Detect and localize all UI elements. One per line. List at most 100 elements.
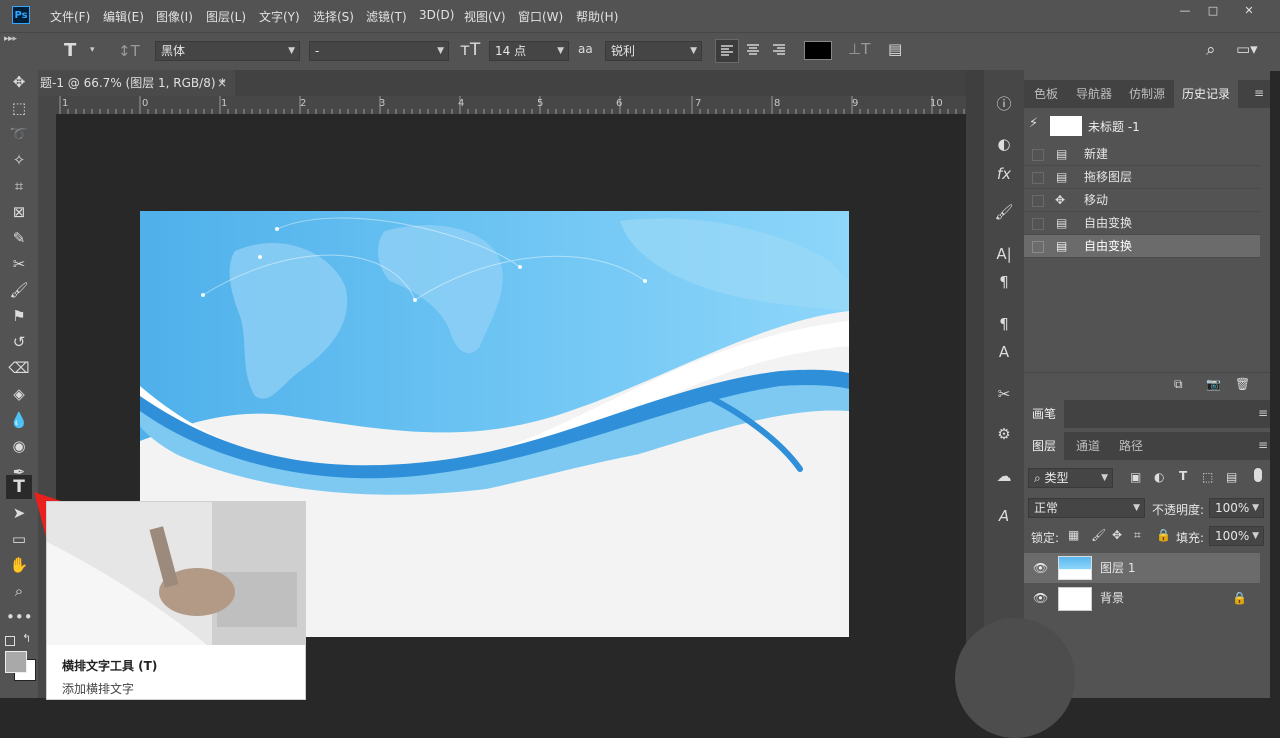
layer-row[interactable]: 👁 背景 🔒 xyxy=(1024,583,1260,613)
frame-tool-icon[interactable]: ⊠ xyxy=(6,200,32,224)
lock-image-icon[interactable]: 🖌 xyxy=(1091,528,1106,542)
text-color-swatch[interactable] xyxy=(804,41,832,60)
more-tools-icon[interactable]: ••• xyxy=(6,605,33,629)
fill-input[interactable]: 100% ▼ xyxy=(1209,526,1264,546)
history-brush-source-icon[interactable]: ⚡ xyxy=(1029,116,1038,131)
layer-row-selected[interactable]: 👁 图层 1 xyxy=(1024,553,1260,583)
layer-name[interactable]: 图层 1 xyxy=(1100,553,1135,583)
foreground-color-swatch[interactable] xyxy=(5,651,27,673)
history-item[interactable]: ▤ 新建 xyxy=(1024,143,1260,166)
healing-brush-tool-icon[interactable]: ✂ xyxy=(6,252,32,276)
brush-tool-icon[interactable]: 🖌 xyxy=(6,278,32,302)
libraries-icon[interactable]: ☁ xyxy=(992,464,1016,488)
history-brush-tool-icon[interactable]: ↺ xyxy=(6,330,32,354)
tab-brush[interactable]: 画笔 xyxy=(1024,400,1065,428)
tab-swatches[interactable]: 色板 xyxy=(1026,80,1066,108)
hand-tool-icon[interactable]: ✋ xyxy=(6,553,32,577)
eyedropper-tool-icon[interactable]: ✎ xyxy=(6,226,32,250)
layer-filter-dropdown[interactable]: ⌕ 类型 ▼ xyxy=(1028,468,1113,488)
zoom-tool-icon[interactable]: ⌕ xyxy=(6,579,32,603)
character-styles-icon[interactable]: A xyxy=(992,340,1016,364)
minimize-button[interactable]: — xyxy=(1172,4,1198,18)
snapshot-camera-icon[interactable]: 📷 xyxy=(1206,377,1221,391)
tab-history[interactable]: 历史记录 xyxy=(1174,80,1239,108)
menu-view[interactable]: 视图(V) xyxy=(464,8,506,25)
panel-menu-icon[interactable]: ≡ xyxy=(1254,86,1264,100)
workspace-icon[interactable]: ▭▾ xyxy=(1236,40,1258,58)
lock-all-icon[interactable]: 🔒 xyxy=(1156,528,1171,542)
tool-presets-icon[interactable]: ✂ xyxy=(992,382,1016,406)
lock-position-icon[interactable]: ✥ xyxy=(1112,528,1122,542)
menu-file[interactable]: 文件(F) xyxy=(50,8,90,25)
menu-filter[interactable]: 滤镜(T) xyxy=(366,8,407,25)
paint-bucket-tool-icon[interactable]: ◈ xyxy=(6,382,32,406)
menu-select[interactable]: 选择(S) xyxy=(313,8,354,25)
visibility-eye-icon[interactable]: 👁 xyxy=(1033,583,1048,613)
adjustments-icon[interactable]: ◐ xyxy=(992,132,1016,156)
search-icon[interactable]: ⌕ xyxy=(1206,40,1216,60)
path-selection-tool-icon[interactable]: ➤ xyxy=(6,501,32,525)
lock-transparent-icon[interactable]: ▦ xyxy=(1068,528,1079,542)
filter-adjustment-icon[interactable]: ◐ xyxy=(1154,470,1164,484)
menu-edit[interactable]: 编辑(E) xyxy=(103,8,144,25)
history-checkbox[interactable] xyxy=(1032,218,1044,230)
blur-tool-icon[interactable]: 💧 xyxy=(6,408,32,432)
filter-type-icon[interactable]: T xyxy=(1179,469,1187,483)
panel-menu-icon[interactable]: ≡ xyxy=(1258,406,1268,420)
menu-image[interactable]: 图像(I) xyxy=(156,8,193,25)
filter-shape-icon[interactable]: ⬚ xyxy=(1202,470,1213,484)
rectangle-tool-icon[interactable]: ▭ xyxy=(6,527,32,551)
info-icon[interactable]: ⓘ xyxy=(992,92,1016,116)
preset-chevron-icon[interactable]: ▾ xyxy=(90,45,95,55)
filter-pixel-icon[interactable]: ▣ xyxy=(1130,470,1141,484)
glyphs-icon[interactable]: A xyxy=(992,504,1016,528)
magic-wand-tool-icon[interactable]: ✧ xyxy=(6,148,32,172)
font-size-dropdown[interactable]: 14 点 ▼ xyxy=(489,41,569,61)
history-item[interactable]: ▤ 拖移图层 xyxy=(1024,166,1260,189)
marquee-tool-icon[interactable]: ⬚ xyxy=(6,96,32,120)
document-tab[interactable]: 题-1 @ 66.7% (图层 1, RGB/8) * × xyxy=(38,70,235,96)
lock-artboard-icon[interactable]: ⌗ xyxy=(1134,528,1141,543)
styles-icon[interactable]: fx xyxy=(992,162,1016,186)
warp-text-icon[interactable]: ⊥T xyxy=(848,40,870,58)
orientation-toggle-icon[interactable]: ↕T xyxy=(118,42,140,60)
type-tool-preset-icon[interactable]: T xyxy=(64,40,76,61)
history-checkbox[interactable] xyxy=(1032,195,1044,207)
layer-name[interactable]: 背景 xyxy=(1100,583,1124,613)
history-checkbox[interactable] xyxy=(1032,241,1044,253)
antialias-dropdown[interactable]: 锐利 ▼ xyxy=(605,41,702,61)
default-colors-icon[interactable] xyxy=(5,636,15,646)
character-icon[interactable]: A| xyxy=(992,242,1016,266)
history-item[interactable]: ✥ 移动 xyxy=(1024,189,1260,212)
trash-icon[interactable]: 🗑 xyxy=(1235,377,1250,391)
history-checkbox[interactable] xyxy=(1032,172,1044,184)
history-item-selected[interactable]: ▤ 自由变换 xyxy=(1024,235,1260,258)
tab-channels[interactable]: 通道 xyxy=(1068,432,1108,460)
menu-type[interactable]: 文字(Y) xyxy=(259,8,300,25)
opacity-input[interactable]: 100% ▼ xyxy=(1209,498,1264,518)
tab-clone-source[interactable]: 仿制源 xyxy=(1121,80,1173,108)
font-family-dropdown[interactable]: 黑体 ▼ xyxy=(155,41,300,61)
maximize-button[interactable]: □ xyxy=(1200,4,1226,18)
crop-tool-icon[interactable]: ⌗ xyxy=(6,174,32,198)
clone-stamp-tool-icon[interactable]: ⚑ xyxy=(6,304,32,328)
tab-navigator[interactable]: 导航器 xyxy=(1068,80,1120,108)
snapshot-name[interactable]: 未标题 -1 xyxy=(1088,118,1140,135)
history-checkbox[interactable] xyxy=(1032,149,1044,161)
font-style-dropdown[interactable]: - ▼ xyxy=(309,41,449,61)
history-item[interactable]: ▤ 自由变换 xyxy=(1024,212,1260,235)
menu-layer[interactable]: 图层(L) xyxy=(206,8,246,25)
blend-mode-dropdown[interactable]: 正常 ▼ xyxy=(1028,498,1145,518)
dodge-tool-icon[interactable]: ◉ xyxy=(6,434,32,458)
move-tool-icon[interactable]: ✥ xyxy=(6,70,32,94)
paragraph-styles-icon[interactable]: ¶ xyxy=(992,312,1016,336)
toolbar-collapse-icon[interactable]: ▸▸ xyxy=(4,34,13,44)
paragraph-icon[interactable]: ¶ xyxy=(992,270,1016,294)
lasso-tool-icon[interactable]: ➰ xyxy=(6,122,32,146)
horizontal-type-tool-icon[interactable]: T xyxy=(6,475,32,499)
menu-window[interactable]: 窗口(W) xyxy=(518,8,563,25)
close-tab-icon[interactable]: × xyxy=(217,70,227,96)
visibility-eye-icon[interactable]: 👁 xyxy=(1033,553,1048,583)
align-right-button[interactable] xyxy=(768,39,792,63)
filter-smart-object-icon[interactable]: ▤ xyxy=(1226,470,1237,484)
